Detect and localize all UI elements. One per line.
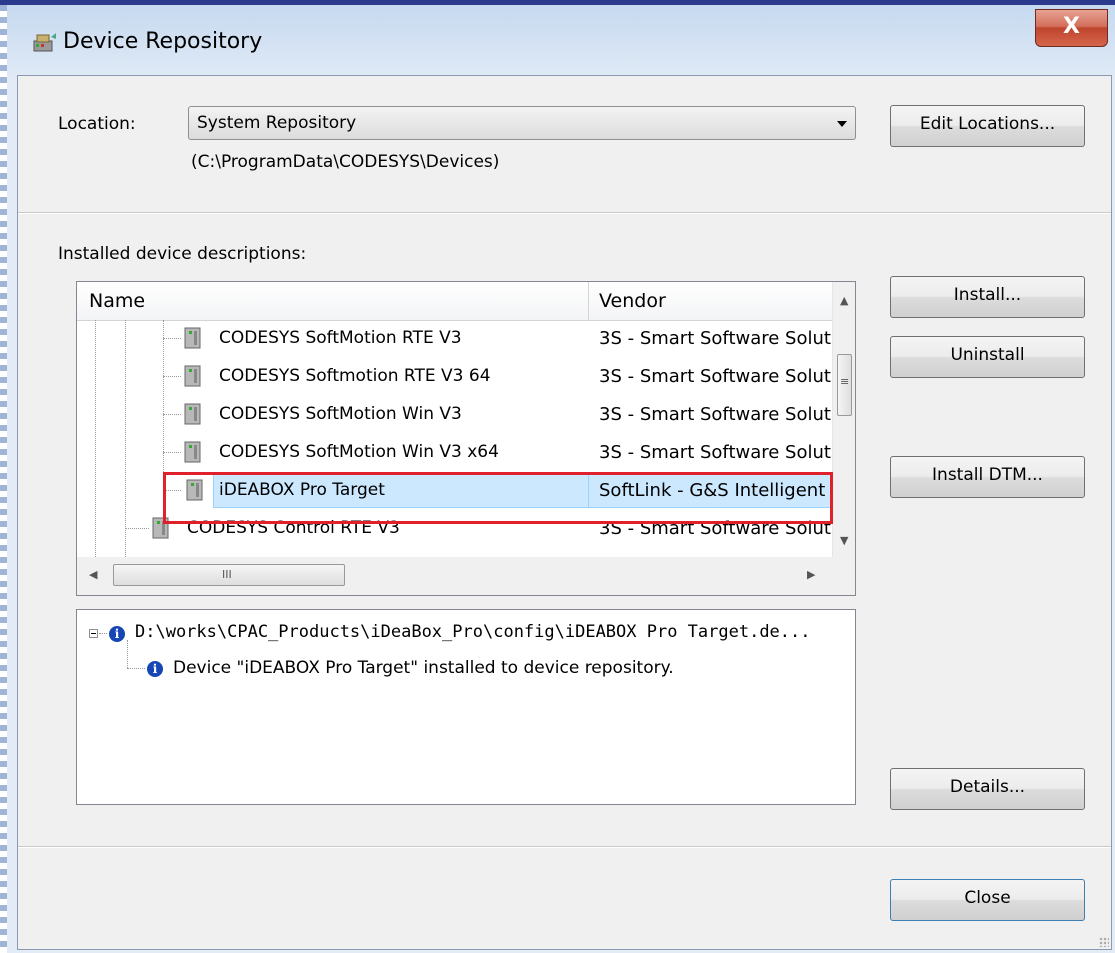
tree-connector: [99, 633, 107, 634]
tree-connector: [163, 452, 181, 453]
list-item[interactable]: CODESYS Softmotion RTE V3 64 3S - Smart …: [77, 358, 832, 396]
message-log[interactable]: i D:\works\CPAC_Products\iDeaBox_Pro\con…: [76, 609, 856, 805]
edit-locations-label: Edit Locations...: [919, 114, 1056, 134]
uninstall-button[interactable]: Uninstall: [890, 336, 1085, 378]
device-vendor: 3S - Smart Software Solutions GmbH: [599, 328, 832, 349]
horizontal-scroll-thumb[interactable]: III: [113, 564, 345, 586]
window-title: Device Repository: [63, 29, 263, 54]
separator: [18, 846, 1111, 848]
location-selected: System Repository: [197, 113, 357, 133]
annotation-highlight-box: [163, 472, 833, 524]
scroll-up-icon[interactable]: ▲: [840, 294, 848, 307]
device-icon: [184, 441, 201, 463]
dropdown-arrow-icon: [837, 121, 847, 127]
list-item[interactable]: CODESYS SoftMotion RTE V3 3S - Smart Sof…: [77, 320, 832, 358]
tree-connector: [127, 668, 145, 669]
list-header: Name Vendor: [77, 282, 832, 321]
installed-label: Installed device descriptions:: [58, 244, 307, 264]
location-label: Location:: [58, 114, 136, 134]
info-icon: i: [109, 626, 125, 642]
device-list[interactable]: Name Vendor CODESYS SoftMotion RTE V3 3S…: [76, 281, 856, 596]
column-divider[interactable]: [588, 282, 589, 320]
uninstall-label: Uninstall: [950, 345, 1025, 365]
close-label: Close: [964, 888, 1011, 908]
device-vendor: 3S - Smart Software Solutions GmbH: [599, 442, 832, 463]
device-name: CODESYS SoftMotion Win V3: [219, 404, 462, 424]
close-window-button[interactable]: X: [1035, 9, 1108, 47]
thumb-grip-icon: ≡: [840, 375, 850, 388]
horizontal-scrollbar[interactable]: ◀ III ▶: [77, 557, 832, 595]
install-dtm-button[interactable]: Install DTM...: [890, 456, 1085, 498]
column-vendor[interactable]: Vendor: [599, 290, 666, 312]
device-icon: [184, 365, 201, 387]
collapse-toggle-icon[interactable]: [89, 629, 98, 638]
separator: [18, 212, 1111, 214]
thumb-grip-icon: III: [222, 568, 232, 581]
details-button[interactable]: Details...: [890, 768, 1085, 810]
tree-line: [127, 640, 128, 668]
vertical-scroll-thumb[interactable]: ≡: [837, 354, 852, 416]
tree-connector: [125, 528, 149, 529]
info-icon: i: [147, 661, 163, 677]
location-path: (C:\ProgramData\CODESYS\Devices): [191, 152, 500, 172]
scroll-down-icon[interactable]: ▼: [840, 534, 848, 547]
device-name: CODESYS Softmotion RTE V3 64: [219, 366, 491, 386]
install-dtm-label: Install DTM...: [932, 465, 1043, 485]
title-bar[interactable]: Device Repository X: [7, 5, 1115, 75]
device-icon: [184, 403, 201, 425]
resize-grip-icon[interactable]: [1099, 937, 1109, 947]
dialog-body: Location: System Repository (C:\ProgramD…: [17, 75, 1112, 950]
device-repository-dialog: Device Repository X Location: System Rep…: [7, 5, 1115, 953]
install-button[interactable]: Install...: [890, 276, 1085, 318]
scroll-right-icon[interactable]: ▶: [807, 568, 815, 581]
device-vendor: 3S - Smart Software Solutions GmbH: [599, 404, 832, 425]
tree-connector: [163, 338, 181, 339]
device-icon: [184, 327, 201, 349]
device-name: CODESYS SoftMotion RTE V3: [219, 328, 462, 348]
column-name[interactable]: Name: [89, 290, 145, 312]
device-name: CODESYS SoftMotion Win V3 x64: [219, 442, 499, 462]
log-message: Device "iDEABOX Pro Target" installed to…: [173, 658, 674, 678]
scroll-left-icon[interactable]: ◀: [89, 568, 97, 581]
log-path: D:\works\CPAC_Products\iDeaBox_Pro\confi…: [135, 622, 811, 642]
vertical-scrollbar[interactable]: ▲ ≡ ▼: [832, 282, 855, 557]
background-app-edge: [0, 5, 7, 953]
device-vendor: 3S - Smart Software Solutions GmbH: [599, 366, 832, 387]
install-label: Install...: [953, 285, 1022, 305]
list-item[interactable]: CODESYS SoftMotion Win V3 x64 3S - Smart…: [77, 434, 832, 472]
details-label: Details...: [949, 777, 1026, 797]
location-dropdown[interactable]: System Repository: [188, 106, 856, 140]
edit-locations-button[interactable]: Edit Locations...: [890, 105, 1085, 147]
tree-connector: [163, 414, 181, 415]
scrollbar-corner: [832, 557, 855, 595]
close-button[interactable]: Close: [890, 879, 1085, 921]
list-item[interactable]: CODESYS SoftMotion Win V3 3S - Smart Sof…: [77, 396, 832, 434]
tree-connector: [163, 376, 181, 377]
device-repository-icon: [33, 33, 56, 52]
